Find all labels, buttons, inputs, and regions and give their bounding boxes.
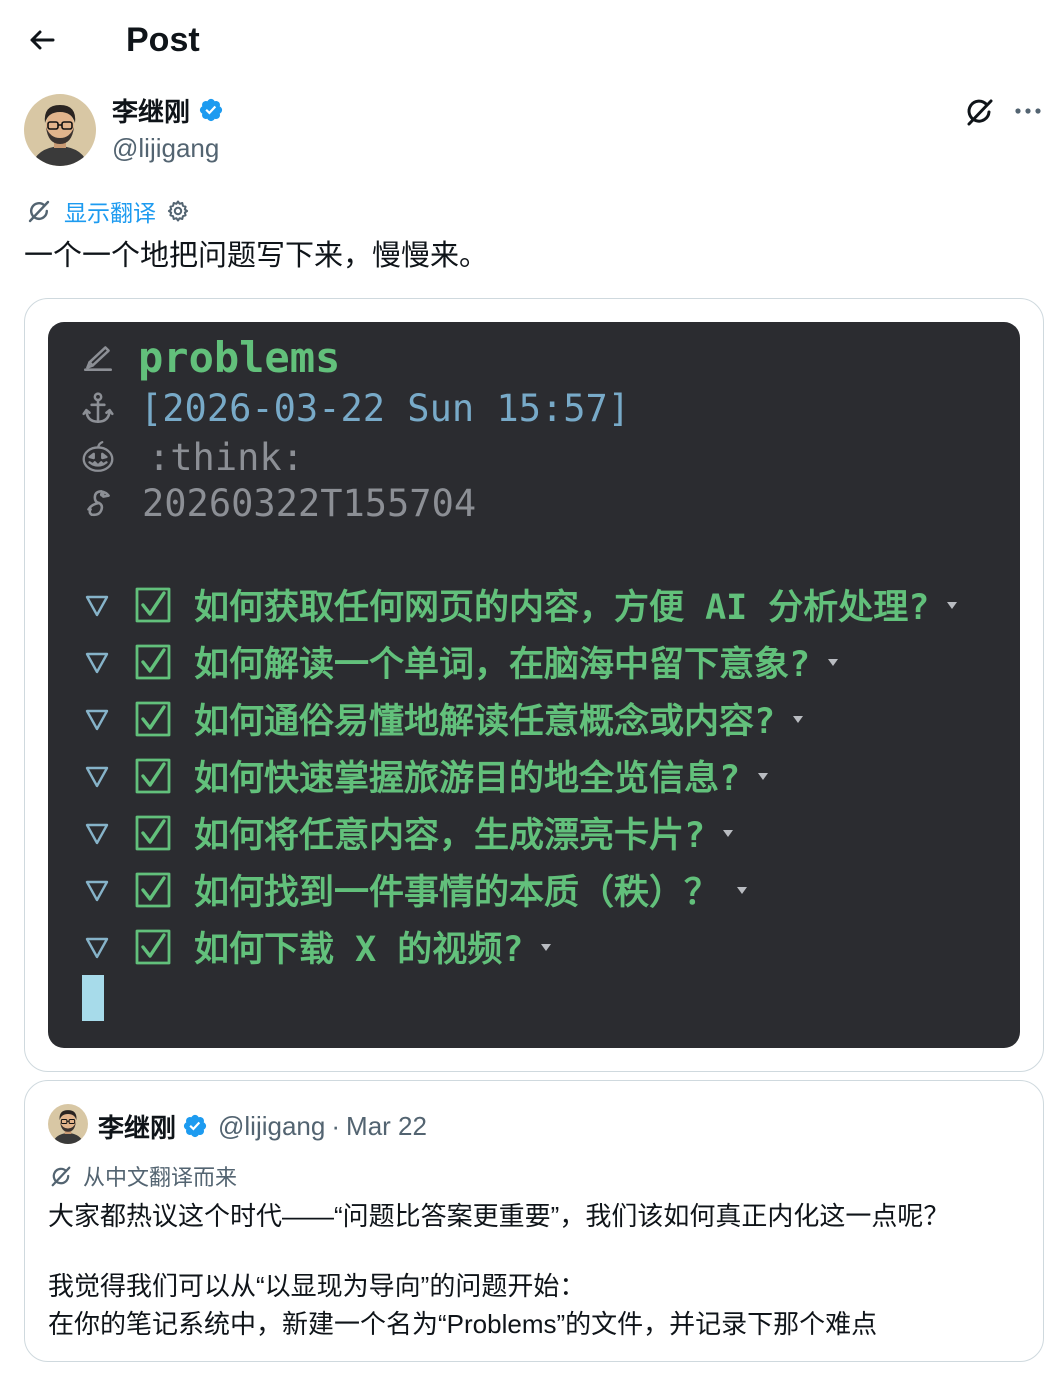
quoted-text-line: 在你的笔记系统中，新建一个名为“Problems”的文件，并记录下那个难点 — [48, 1309, 878, 1339]
checkbox-checked-icon — [134, 814, 172, 852]
note-title: problems — [138, 332, 341, 382]
task-item-text: 如何获取任何网页的内容，方便 AI 分析处理? — [194, 588, 930, 628]
translated-label: 从中文翻译而来 — [83, 1165, 238, 1190]
quoted-text-line: 我觉得我们可以从“以显现为导向”的问题开始： — [48, 1271, 586, 1301]
task-item-text: 如何下载 X 的视频? — [194, 930, 524, 970]
fold-triangle-icon — [84, 592, 110, 618]
note-timestamp: [2026-03-22 Sun 15:57] — [140, 386, 631, 430]
verified-badge-icon — [198, 97, 224, 123]
page-title: Post — [126, 21, 200, 59]
back-button[interactable] — [28, 26, 56, 54]
collapsed-marker-icon — [756, 769, 770, 783]
note-tag: :think: — [148, 435, 304, 479]
checkbox-checked-icon — [134, 928, 172, 966]
pumpkin-icon — [80, 439, 116, 475]
author-handle[interactable]: @lijigang — [112, 130, 219, 166]
post-text: 一个一个地把问题写下来，慢慢来。 — [24, 240, 489, 272]
collapsed-marker-icon — [539, 940, 553, 954]
translated-indicator: 从中文翻译而来 — [49, 1162, 237, 1190]
pen-icon — [80, 339, 116, 375]
quoted-text-line: 大家都热议这个时代——“问题比答案更重要”，我们该如何真正内化这一点呢？ — [48, 1201, 950, 1231]
task-item: 如何找到一件事情的本质（秩）？ — [48, 861, 1020, 918]
show-translation-toggle[interactable]: 显示翻译 — [26, 194, 190, 228]
checkbox-checked-icon — [134, 700, 172, 738]
task-item: 如何快速掌握旅游目的地全览信息? — [48, 747, 1020, 804]
arrow-left-icon[interactable] — [28, 26, 56, 54]
note-id-row: 20260322T155704 — [48, 478, 476, 528]
more-icon[interactable] — [1012, 97, 1044, 125]
author-name-row[interactable]: 李继刚 — [112, 92, 224, 128]
checkbox-checked-icon — [134, 757, 172, 795]
collapsed-marker-icon — [826, 655, 840, 669]
task-item-text: 如何通俗易懂地解读任意概念或内容? — [194, 702, 776, 742]
quoted-paragraph: 我觉得我们可以从“以显现为导向”的问题开始： 在你的笔记系统中，新建一个名为“P… — [48, 1267, 877, 1343]
verified-badge-icon — [182, 1113, 208, 1139]
media-card[interactable]: problems [2026-03-22 Sun 15:57] :think: — [24, 298, 1044, 1072]
collapsed-marker-icon — [945, 598, 959, 612]
quoted-author-name: 李继刚 — [98, 1112, 177, 1143]
task-item: 如何将任意内容，生成漂亮卡片? — [48, 804, 1020, 861]
note-identifier: 20260322T155704 — [142, 481, 477, 525]
checkbox-checked-icon — [134, 871, 172, 909]
note-timestamp-row: [2026-03-22 Sun 15:57] — [48, 383, 630, 433]
quoted-avatar — [48, 1104, 88, 1144]
quoted-post[interactable]: 李继刚 @lijigang · Mar 22 从中文翻译而来 大家都热议这个时代… — [24, 1080, 1044, 1362]
task-item: 如何通俗易懂地解读任意概念或内容? — [48, 690, 1020, 747]
terminal-screenshot[interactable]: problems [2026-03-22 Sun 15:57] :think: — [48, 322, 1020, 1048]
note-title-row: problems — [48, 332, 340, 382]
more-button[interactable] — [1012, 97, 1044, 125]
avatar[interactable] — [24, 94, 96, 166]
fold-triangle-icon — [84, 706, 110, 732]
collapsed-marker-icon — [721, 826, 735, 840]
grok-icon[interactable] — [963, 95, 997, 129]
grok-translate-icon — [26, 198, 52, 224]
collapsed-marker-icon — [791, 712, 805, 726]
anchor-icon — [80, 390, 116, 426]
task-item-text: 如何解读一个单词，在脑海中留下意象? — [194, 645, 811, 685]
fold-triangle-icon — [84, 649, 110, 675]
fold-triangle-icon — [84, 934, 110, 960]
quoted-author-handle: @lijigang — [218, 1110, 326, 1141]
fold-triangle-icon — [84, 877, 110, 903]
separator-dot: · — [331, 1110, 341, 1141]
seahorse-icon — [80, 485, 116, 521]
show-translation-label[interactable]: 显示翻译 — [64, 194, 156, 228]
quoted-paragraph: 大家都热议这个时代——“问题比答案更重要”，我们该如何真正内化这一点呢？ — [48, 1197, 949, 1235]
gear-icon[interactable] — [166, 199, 190, 223]
note-tag-row: :think: — [48, 432, 304, 482]
author-name[interactable]: 李继刚 — [112, 92, 190, 129]
fold-triangle-icon — [84, 820, 110, 846]
task-item: 如何解读一个单词，在脑海中留下意象? — [48, 633, 1020, 690]
grok-button[interactable] — [963, 95, 997, 129]
task-item: 如何下载 X 的视频? — [48, 918, 1020, 975]
task-item: 如何获取任何网页的内容，方便 AI 分析处理? — [48, 576, 1020, 633]
fold-triangle-icon — [84, 763, 110, 789]
task-list: 如何获取任何网页的内容，方便 AI 分析处理? 如何解读一个单词，在脑海中留下意… — [48, 576, 1020, 975]
checkbox-checked-icon — [134, 586, 172, 624]
quoted-post-date: Mar 22 — [346, 1110, 427, 1141]
text-cursor — [82, 975, 104, 1021]
task-item-text: 如何快速掌握旅游目的地全览信息? — [194, 759, 741, 799]
grok-translate-icon — [49, 1164, 73, 1188]
collapsed-marker-icon — [735, 883, 749, 897]
task-item-text: 如何找到一件事情的本质（秩）？ — [194, 873, 720, 913]
checkbox-checked-icon — [134, 643, 172, 681]
task-item-text: 如何将任意内容，生成漂亮卡片? — [194, 816, 706, 856]
quoted-header: 李继刚 @lijigang · Mar 22 — [98, 1108, 427, 1144]
